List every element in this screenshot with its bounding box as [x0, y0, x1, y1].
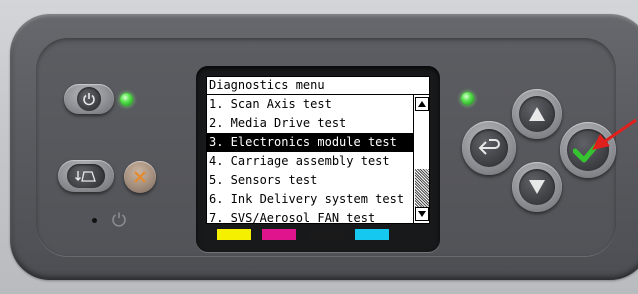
status-led — [461, 92, 474, 105]
menu-title: Diagnostics menu — [207, 77, 429, 95]
cancel-x-icon — [134, 171, 146, 183]
menu-item-sensors[interactable]: 5. Sensors test — [207, 171, 413, 190]
menu-item-scan-axis[interactable]: 1. Scan Axis test — [207, 95, 413, 114]
scroll-down-arrow[interactable] — [415, 207, 429, 221]
scroll-up-icon — [418, 101, 426, 107]
scroll-down-icon — [418, 211, 426, 217]
ink-cyan-swatch — [355, 229, 389, 240]
scroll-up-arrow[interactable] — [415, 97, 429, 111]
standby-icon — [112, 212, 126, 227]
menu-scrollbar[interactable] — [413, 95, 429, 223]
menu-item-electronics-module[interactable]: 3. Electronics module test — [207, 133, 413, 152]
down-arrow-icon — [529, 180, 545, 194]
cancel-button[interactable] — [124, 161, 156, 193]
form-feed-button[interactable] — [58, 160, 114, 192]
back-button[interactable] — [462, 121, 516, 175]
menu-item-media-drive[interactable]: 2. Media Drive test — [207, 114, 413, 133]
ink-yellow-swatch — [217, 229, 251, 240]
ink-magenta-swatch — [262, 229, 296, 240]
up-button[interactable] — [512, 89, 562, 139]
down-button[interactable] — [512, 162, 562, 212]
ink-black-swatch — [309, 229, 343, 240]
menu-list: 1. Scan Axis test 2. Media Drive test 3.… — [207, 95, 413, 223]
power-led — [120, 93, 133, 106]
scroll-thumb[interactable] — [415, 169, 429, 207]
menu-item-carriage-assembly[interactable]: 4. Carriage assembly test — [207, 152, 413, 171]
menu-item-svs-aerosol-fan[interactable]: 7. SVS/Aerosol FAN test — [207, 209, 413, 223]
status-dot — [92, 218, 97, 223]
back-arrow-icon — [478, 139, 500, 155]
form-feed-icon — [75, 171, 96, 182]
lcd-display: Diagnostics menu 1. Scan Axis test 2. Me… — [206, 76, 430, 224]
callout-arrow-icon — [592, 118, 637, 150]
power-button[interactable] — [64, 84, 114, 114]
up-arrow-icon — [529, 107, 545, 121]
menu-item-ink-delivery[interactable]: 6. Ink Delivery system test — [207, 190, 413, 209]
power-icon — [83, 93, 95, 106]
